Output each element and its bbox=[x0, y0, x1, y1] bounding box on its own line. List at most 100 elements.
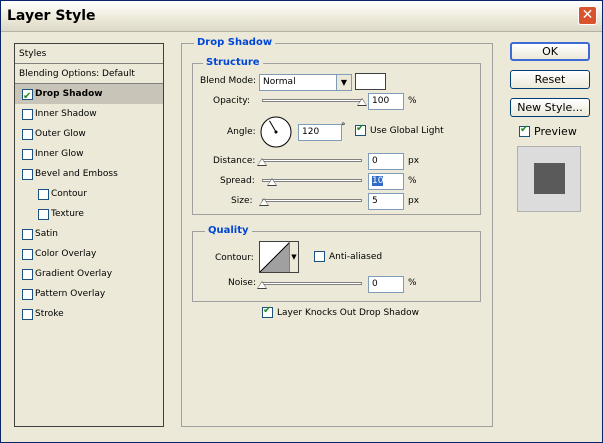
window-title: Layer Style bbox=[7, 8, 96, 24]
blend-mode-label: Blend Mode: bbox=[200, 76, 257, 86]
styles-list: Styles Blending Options: Default Drop Sha… bbox=[14, 43, 164, 427]
drop-shadow-panel: Drop Shadow Structure Blend Mode: Normal… bbox=[181, 37, 493, 427]
style-item-checkbox[interactable] bbox=[38, 189, 49, 200]
style-item-label: Contour bbox=[51, 189, 87, 199]
style-item[interactable]: Satin bbox=[15, 224, 163, 244]
size-slider-thumb[interactable] bbox=[259, 198, 269, 206]
preview-swatch bbox=[534, 163, 565, 194]
style-item[interactable]: Outer Glow bbox=[15, 124, 163, 144]
style-item[interactable]: Blending Options: Default bbox=[15, 64, 163, 84]
drop-shadow-title: Drop Shadow bbox=[194, 37, 276, 48]
style-item-checkbox[interactable] bbox=[22, 109, 33, 120]
style-item-label: Outer Glow bbox=[35, 129, 86, 139]
style-item-checkbox[interactable] bbox=[22, 229, 33, 240]
structure-title: Structure bbox=[203, 57, 263, 68]
style-item-label: Texture bbox=[51, 209, 84, 219]
chevron-down-icon[interactable]: ▼ bbox=[289, 242, 298, 272]
style-item-checkbox[interactable] bbox=[38, 209, 49, 220]
structure-group: Structure Blend Mode: Normal ▼ Opacity: … bbox=[192, 57, 481, 215]
style-item[interactable]: Inner Glow bbox=[15, 144, 163, 164]
distance-label: Distance: bbox=[213, 156, 256, 166]
noise-unit: % bbox=[408, 278, 417, 288]
style-item-checkbox[interactable] bbox=[22, 269, 33, 280]
size-label: Size: bbox=[231, 196, 253, 206]
size-slider-track[interactable] bbox=[262, 199, 362, 202]
anti-aliased-label[interactable]: Anti-aliased bbox=[329, 252, 382, 262]
style-item[interactable]: Pattern Overlay bbox=[15, 284, 163, 304]
opacity-slider-track[interactable] bbox=[262, 99, 362, 102]
ok-button[interactable]: OK bbox=[510, 42, 590, 61]
angle-input[interactable]: 120 bbox=[298, 124, 342, 141]
noise-input[interactable]: 0 bbox=[368, 276, 404, 293]
style-item-label: Stroke bbox=[35, 309, 64, 319]
noise-slider-track[interactable] bbox=[262, 282, 362, 285]
style-item[interactable]: Color Overlay bbox=[15, 244, 163, 264]
opacity-unit: % bbox=[408, 96, 417, 106]
close-icon[interactable]: ✕ bbox=[578, 6, 597, 25]
style-item[interactable]: Drop Shadow bbox=[15, 84, 163, 107]
style-item-label: Pattern Overlay bbox=[35, 289, 106, 299]
spread-input[interactable]: 10 bbox=[368, 173, 404, 190]
contour-label: Contour: bbox=[215, 253, 254, 263]
knockout-label[interactable]: Layer Knocks Out Drop Shadow bbox=[277, 308, 419, 318]
style-item-label: Color Overlay bbox=[35, 249, 97, 259]
size-input[interactable]: 5 bbox=[368, 193, 404, 210]
use-global-light-checkbox[interactable] bbox=[355, 123, 366, 136]
opacity-input[interactable]: 100 bbox=[368, 93, 404, 110]
style-item-label: Gradient Overlay bbox=[35, 269, 113, 279]
style-item[interactable]: Contour bbox=[15, 184, 163, 204]
use-global-light-label[interactable]: Use Global Light bbox=[370, 126, 444, 136]
chevron-down-icon[interactable]: ▼ bbox=[336, 75, 351, 90]
style-item-checkbox[interactable] bbox=[22, 129, 33, 140]
preview-checkbox[interactable] bbox=[519, 124, 530, 137]
style-item-label: Drop Shadow bbox=[35, 89, 103, 99]
style-item-label: Inner Glow bbox=[35, 149, 84, 159]
preview-label[interactable]: Preview bbox=[534, 125, 577, 138]
spread-slider-track[interactable] bbox=[262, 179, 362, 182]
style-item-label: Bevel and Emboss bbox=[35, 169, 118, 179]
distance-unit: px bbox=[408, 156, 420, 166]
blend-mode-value: Normal bbox=[263, 77, 296, 87]
style-item-checkbox[interactable] bbox=[22, 87, 33, 107]
distance-input[interactable]: 0 bbox=[368, 153, 404, 170]
opacity-slider-thumb[interactable] bbox=[357, 98, 367, 106]
angle-dial[interactable] bbox=[259, 115, 293, 149]
style-item[interactable]: Gradient Overlay bbox=[15, 264, 163, 284]
angle-unit: ° bbox=[341, 122, 346, 132]
style-item-checkbox[interactable] bbox=[22, 309, 33, 320]
style-item-checkbox[interactable] bbox=[22, 169, 33, 180]
style-item-label: Satin bbox=[35, 229, 58, 239]
style-item-label: Inner Shadow bbox=[35, 109, 97, 119]
distance-slider-thumb[interactable] bbox=[257, 158, 267, 166]
title-bar[interactable]: Layer Style ✕ bbox=[1, 1, 602, 32]
reset-button[interactable]: Reset bbox=[510, 70, 590, 89]
style-item-checkbox[interactable] bbox=[22, 249, 33, 260]
layer-style-dialog: Layer Style ✕ Styles Blending Options: D… bbox=[0, 0, 603, 443]
style-item[interactable]: Inner Shadow bbox=[15, 104, 163, 124]
noise-slider-thumb[interactable] bbox=[257, 281, 267, 289]
spread-slider-thumb[interactable] bbox=[267, 178, 277, 186]
style-item[interactable]: Bevel and Emboss bbox=[15, 164, 163, 184]
spread-unit: % bbox=[408, 176, 417, 186]
quality-title: Quality bbox=[205, 225, 252, 236]
distance-slider-track[interactable] bbox=[262, 159, 362, 162]
new-style-button[interactable]: New Style... bbox=[510, 98, 590, 117]
style-item-checkbox[interactable] bbox=[22, 289, 33, 300]
styles-header[interactable]: Styles bbox=[15, 44, 167, 64]
quality-group: Quality Contour: ▼ Anti-aliased Noise: 0… bbox=[192, 225, 481, 302]
contour-picker[interactable]: ▼ bbox=[259, 241, 299, 273]
style-item[interactable]: Texture bbox=[15, 204, 163, 224]
style-item-label: Blending Options: Default bbox=[19, 69, 135, 79]
shadow-color-swatch[interactable] bbox=[355, 73, 386, 90]
contour-linear-icon bbox=[260, 242, 290, 272]
style-item[interactable]: Stroke bbox=[15, 304, 163, 324]
blend-mode-select[interactable]: Normal ▼ bbox=[259, 74, 352, 91]
anti-aliased-checkbox[interactable] bbox=[314, 251, 325, 262]
angle-label: Angle: bbox=[227, 127, 256, 137]
size-unit: px bbox=[408, 196, 420, 206]
knockout-checkbox[interactable] bbox=[262, 305, 273, 318]
preview-thumbnail bbox=[517, 146, 581, 212]
noise-label: Noise: bbox=[228, 278, 256, 288]
style-item-checkbox[interactable] bbox=[22, 149, 33, 160]
spread-value: 10 bbox=[372, 176, 384, 186]
